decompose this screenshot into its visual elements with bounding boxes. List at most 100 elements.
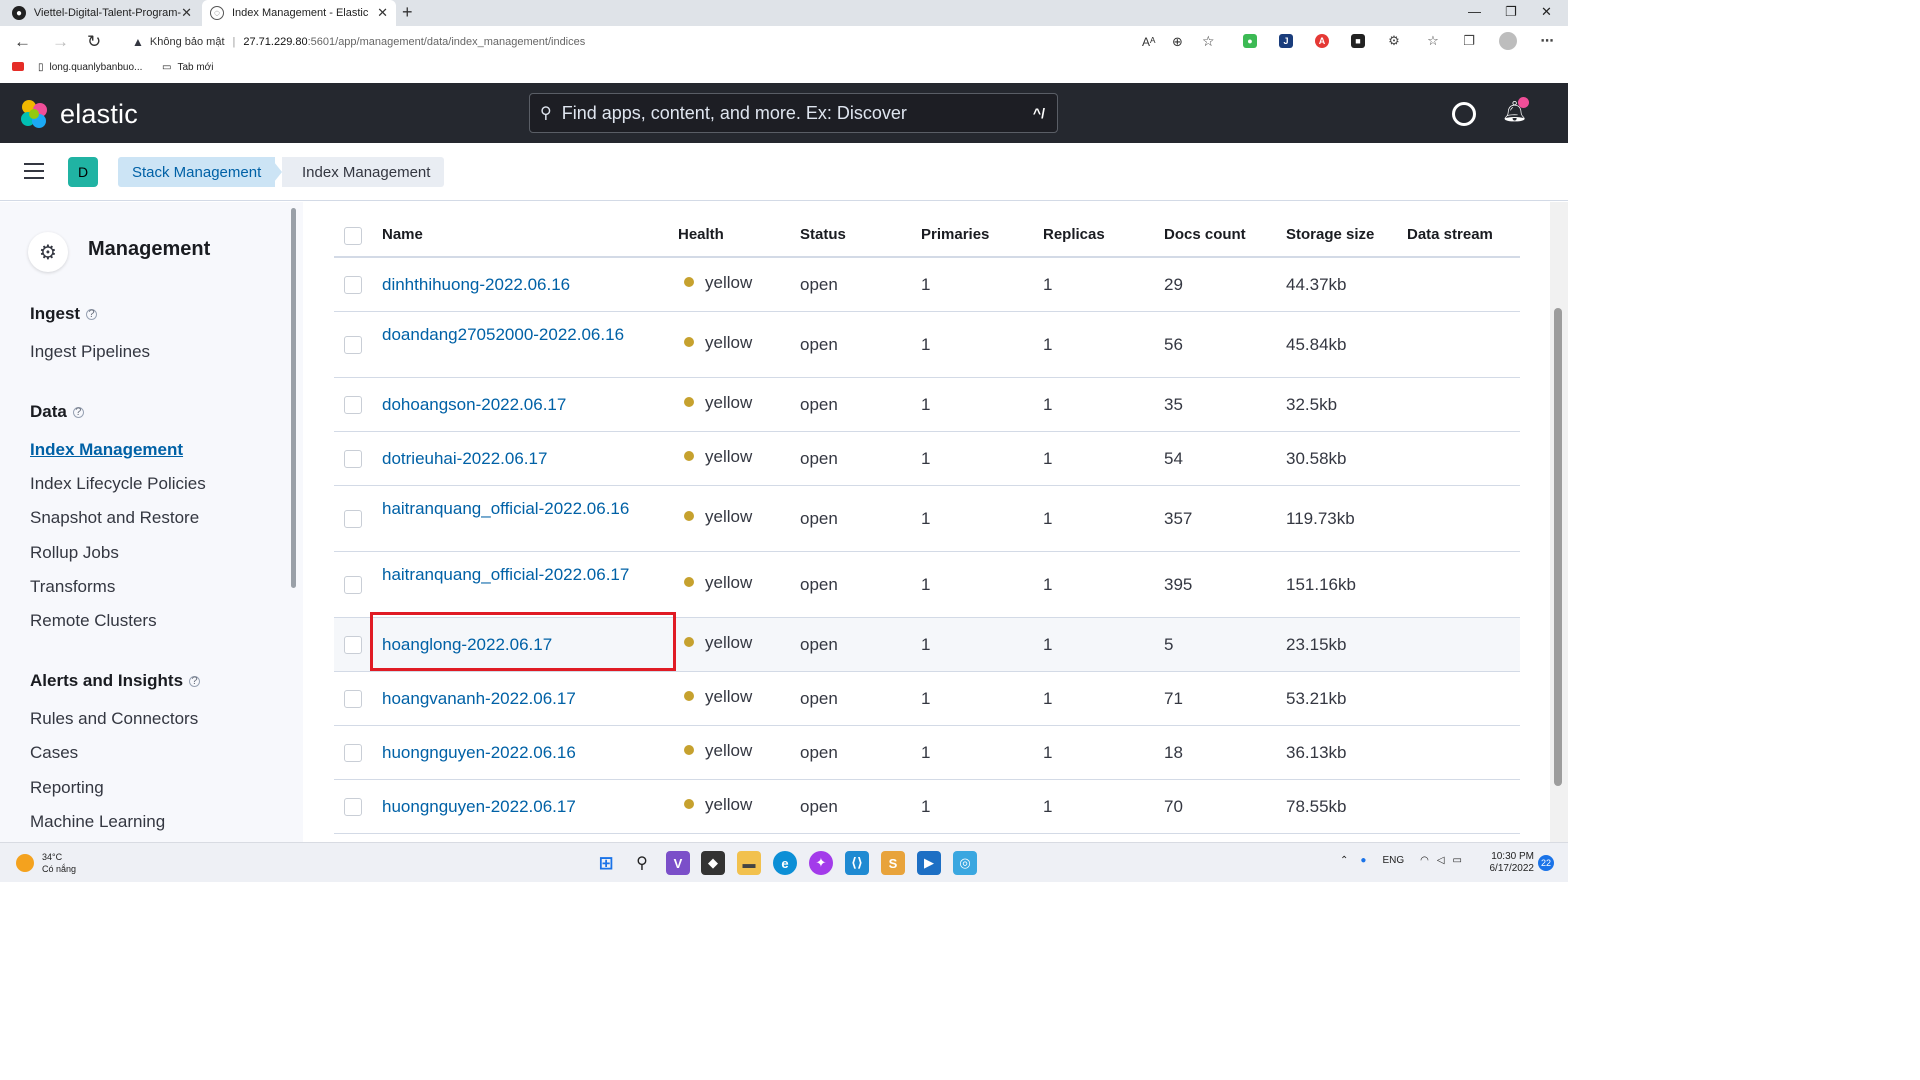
help-icon[interactable]: ? — [86, 309, 98, 321]
sidebar-item-remote-clusters[interactable]: Remote Clusters — [30, 611, 157, 631]
hamburger-menu-icon[interactable] — [24, 163, 44, 184]
index-name-link[interactable]: huongnguyen-2022.06.17 — [382, 796, 662, 817]
youtube-icon[interactable] — [12, 62, 24, 71]
sidebar-item-rollup-jobs[interactable]: Rollup Jobs — [30, 543, 119, 563]
chevron-up-icon[interactable]: ⌃ — [1340, 855, 1348, 866]
row-checkbox[interactable] — [344, 798, 362, 816]
minimize-button[interactable]: — — [1468, 4, 1481, 19]
index-name-link[interactable]: haitranquang_official-2022.06.17 — [382, 564, 662, 585]
row-checkbox[interactable] — [344, 510, 362, 528]
zoom-icon[interactable]: ⊕ — [1172, 34, 1183, 50]
browser-tab-github[interactable]: ● Viettel-Digital-Talent-Program-2 ✕ — [4, 0, 200, 26]
global-search-input[interactable]: ⚲ Find apps, content, and more. Ex: Disc… — [529, 93, 1058, 133]
battery-icon[interactable]: ▭ — [1453, 855, 1462, 866]
more-menu-icon[interactable]: ⋯ — [1540, 33, 1554, 48]
row-checkbox[interactable] — [344, 336, 362, 354]
file-explorer-icon[interactable]: ▬ — [737, 851, 761, 875]
virtualbox-icon[interactable]: ◆ — [701, 851, 725, 875]
index-name-link[interactable]: huongnguyen-2022.06.16 — [382, 742, 662, 763]
index-name-link[interactable]: doandang27052000-2022.06.16 — [382, 324, 662, 345]
url-field[interactable]: ▲ Không bảo mật | 27.71.229.80:5601/app/… — [118, 29, 1228, 55]
size-cell: 44.37kb — [1286, 275, 1347, 294]
column-header-primaries[interactable]: Primaries — [921, 226, 989, 243]
edge-browser-icon[interactable]: e — [773, 851, 797, 875]
row-checkbox[interactable] — [344, 636, 362, 654]
extension-icon[interactable]: ■ — [1351, 34, 1365, 48]
row-checkbox[interactable] — [344, 450, 362, 468]
elastic-logo[interactable]: elastic — [18, 98, 138, 130]
wifi-icon[interactable]: ◠ — [1420, 855, 1429, 866]
row-checkbox[interactable] — [344, 576, 362, 594]
profile-avatar[interactable] — [1499, 32, 1517, 50]
media-app-icon[interactable]: ▶ — [917, 851, 941, 875]
index-name-link[interactable]: hoangvananh-2022.06.17 — [382, 688, 662, 709]
sidebar-item-index-lifecycle-policies[interactable]: Index Lifecycle Policies — [30, 474, 206, 494]
language-indicator[interactable]: ENG — [1382, 855, 1404, 866]
row-checkbox[interactable] — [344, 396, 362, 414]
visual-studio-icon[interactable]: V — [666, 851, 690, 875]
reload-button[interactable]: ↻ — [87, 32, 101, 52]
volume-icon[interactable]: ◁ — [1437, 855, 1445, 866]
row-checkbox[interactable] — [344, 276, 362, 294]
favorite-star-icon[interactable]: ☆ — [1202, 33, 1215, 50]
index-name-link[interactable]: dotrieuhai-2022.06.17 — [382, 448, 662, 469]
index-name-link[interactable]: haitranquang_official-2022.06.16 — [382, 498, 662, 519]
close-tab-icon[interactable]: ✕ — [377, 5, 388, 21]
index-name-link[interactable]: dinhthihuong-2022.06.16 — [382, 274, 662, 295]
extensions-puzzle-icon[interactable]: ⚙ — [1387, 33, 1401, 48]
select-all-checkbox[interactable] — [344, 227, 362, 245]
forward-button[interactable]: → — [52, 32, 69, 52]
index-name-link[interactable]: dohoangson-2022.06.17 — [382, 394, 662, 415]
column-header-storage-size[interactable]: Storage size — [1286, 226, 1374, 243]
new-tab-button[interactable]: + — [402, 2, 413, 23]
taskbar-clock[interactable]: 10:30 PM 6/17/2022 — [1482, 851, 1535, 875]
bookmark-item[interactable]: ▯ long.quanlybanbuo... — [38, 62, 142, 73]
search-icon[interactable]: ⚲ — [630, 851, 654, 875]
help-icon[interactable]: ? — [72, 407, 84, 419]
column-header-name[interactable]: Name — [382, 226, 423, 243]
sidebar-item-machine-learning[interactable]: Machine Learning — [30, 812, 165, 832]
column-header-health[interactable]: Health — [678, 226, 724, 243]
extension-icon[interactable]: ● — [1243, 34, 1257, 48]
sidebar-scrollbar[interactable] — [291, 208, 296, 588]
browser-tab-active[interactable]: ◌ Index Management - Elastic ✕ — [202, 0, 396, 26]
vscode-icon[interactable]: ⟨⟩ — [845, 851, 869, 875]
sublime-icon[interactable]: S — [881, 851, 905, 875]
space-avatar[interactable]: D — [68, 157, 98, 187]
sidebar-item-snapshot-and-restore[interactable]: Snapshot and Restore — [30, 508, 199, 528]
sidebar-item-ingest-pipelines[interactable]: Ingest Pipelines — [30, 342, 150, 362]
close-window-button[interactable]: ✕ — [1541, 4, 1552, 20]
bookmark-label: long.quanlybanbuo... — [49, 62, 143, 73]
sidebar-item-index-management[interactable]: Index Management — [30, 440, 183, 460]
app-tray-icon[interactable]: ● — [1360, 855, 1366, 866]
column-header-docs-count[interactable]: Docs count — [1164, 226, 1246, 243]
messenger-icon[interactable]: ✦ — [809, 851, 833, 875]
collections-icon[interactable]: ❐ — [1462, 33, 1476, 48]
bookmark-item[interactable]: ▭ Tab mới — [162, 62, 213, 73]
sidebar-item-rules-and-connectors[interactable]: Rules and Connectors — [30, 709, 198, 729]
help-icon[interactable]: ? — [189, 676, 201, 688]
back-button[interactable]: ← — [14, 32, 31, 52]
breadcrumb-stack-management[interactable]: Stack Management — [118, 157, 276, 187]
notification-badge[interactable]: 22 — [1538, 855, 1554, 871]
help-lifebuoy-icon[interactable] — [1452, 102, 1476, 126]
sidebar-item-cases[interactable]: Cases — [30, 743, 78, 763]
column-header-status[interactable]: Status — [800, 226, 846, 243]
network-app-icon[interactable]: ◎ — [953, 851, 977, 875]
column-header-data-stream[interactable]: Data stream — [1407, 226, 1493, 243]
read-aloud-icon[interactable]: Aᴬ — [1142, 35, 1155, 49]
row-checkbox[interactable] — [344, 744, 362, 762]
weather-widget[interactable]: 34°C Có nắng — [16, 851, 76, 875]
sidebar-item-reporting[interactable]: Reporting — [30, 778, 104, 798]
extension-icon[interactable]: J — [1279, 34, 1293, 48]
column-header-replicas[interactable]: Replicas — [1043, 226, 1105, 243]
page-scrollbar[interactable] — [1554, 308, 1562, 786]
adblock-icon[interactable]: A — [1315, 34, 1329, 48]
close-tab-icon[interactable]: ✕ — [181, 5, 192, 21]
row-checkbox[interactable] — [344, 690, 362, 708]
windows-start-icon[interactable]: ⊞ — [594, 851, 618, 875]
favorites-icon[interactable]: ☆ — [1426, 33, 1440, 48]
sidebar-item-transforms[interactable]: Transforms — [30, 577, 115, 597]
restore-button[interactable]: ❐ — [1505, 4, 1517, 20]
tab-icon: ▭ — [162, 62, 172, 73]
